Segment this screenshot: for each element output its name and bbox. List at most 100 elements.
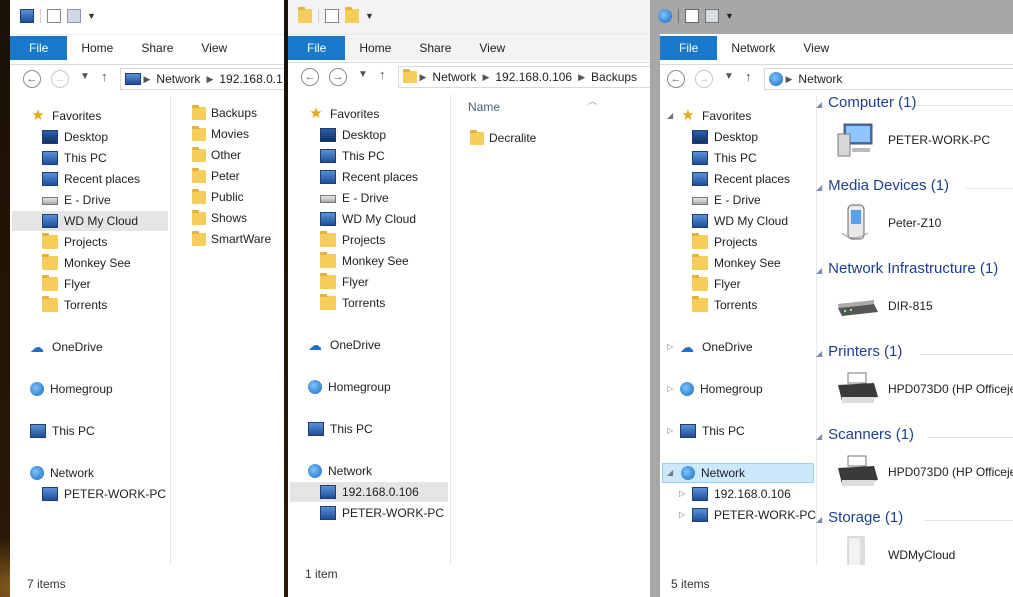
nav-item-projects[interactable]: Projects [320,230,385,250]
nav-item-torrents[interactable]: Torrents [42,295,107,315]
nav-item-this-pc[interactable]: This PC [320,146,385,166]
device-item[interactable]: WDMyCloud [834,535,955,565]
column-header-name[interactable]: Name [468,100,500,114]
tab-share[interactable]: Share [405,36,465,60]
explorer-icon[interactable] [298,7,312,23]
breadcrumb-network[interactable]: Network [432,70,476,84]
recent-locations-icon[interactable]: ▼ [358,69,368,80]
device-item[interactable]: Peter-Z10 [834,203,941,243]
expand-icon[interactable]: ▷ [667,426,673,435]
nav-item-network[interactable]: Network [662,463,814,483]
tab-home[interactable]: Home [345,36,405,60]
properties-icon[interactable] [685,9,699,23]
nav-item-192-168-0-106[interactable]: 192.168.0.106 [290,482,448,502]
nav-item-network[interactable]: Network [308,461,372,481]
tab-share[interactable]: Share [127,36,187,60]
nav-item-wd-my-cloud[interactable]: WD My Cloud [692,211,788,231]
breadcrumb-backups[interactable]: Backups [591,70,637,84]
breadcrumb-network[interactable]: Network [156,72,200,86]
nav-item-homegroup[interactable]: Homegroup [680,379,763,399]
back-button[interactable]: ← [667,70,685,88]
up-button[interactable]: ↑ [745,69,752,84]
qat-dropdown-icon[interactable]: ▼ [365,11,374,21]
nav-item-desktop[interactable]: Desktop [692,127,758,147]
tab-view[interactable]: View [789,36,843,60]
qat-dropdown-icon[interactable]: ▼ [725,11,734,21]
nav-item-torrents[interactable]: Torrents [692,295,757,315]
nav-item-torrents[interactable]: Torrents [320,293,385,313]
explorer-icon[interactable] [20,9,34,23]
nav-item-desktop[interactable]: Desktop [42,127,108,147]
forward-button[interactable]: → [51,70,69,88]
expand-icon[interactable]: ▷ [679,489,685,498]
folder-item[interactable]: SmartWare [192,230,271,246]
device-item[interactable]: HPD073D0 (HP Officejet [834,369,1013,409]
device-item[interactable]: PETER-WORK-PC [834,120,990,160]
nav-item-flyer[interactable]: Flyer [320,272,369,292]
back-button[interactable]: ← [23,70,41,88]
breadcrumb-network[interactable]: Network [798,72,842,86]
new-folder-icon[interactable] [345,7,359,23]
group-header[interactable]: ◢ Network Infrastructure (1) [816,260,998,277]
collapse-icon[interactable]: ◢ [816,349,822,358]
address-bar[interactable]: ▶ Network ▶ 192.168.0.1 [120,68,284,90]
nav-item-recent-places[interactable]: Recent places [320,167,418,187]
nav-item-onedrive[interactable]: ☁ OneDrive [308,335,381,355]
up-button[interactable]: ↑ [101,69,108,84]
address-bar[interactable]: ▶ Network [764,68,1013,90]
forward-button[interactable]: → [695,70,713,88]
nav-item-recent-places[interactable]: Recent places [42,169,140,189]
nav-item-e-drive[interactable]: E - Drive [320,188,389,208]
nav-item-onedrive[interactable]: ☁ OneDrive [680,337,753,357]
device-item[interactable]: HPD073D0 (HP Officejet [834,452,1013,492]
breadcrumb-ip[interactable]: 192.168.0.106 [495,70,572,84]
nav-item-flyer[interactable]: Flyer [692,274,741,294]
nav-item-desktop[interactable]: Desktop [320,125,386,145]
back-button[interactable]: ← [301,68,319,86]
nav-item-favorites[interactable]: ★ Favorites [30,106,101,126]
nav-item-onedrive[interactable]: ☁ OneDrive [30,337,103,357]
properties-icon[interactable] [47,9,61,23]
group-header[interactable]: ◢ Media Devices (1) [816,177,949,194]
expand-icon[interactable]: ▷ [667,384,673,393]
nav-item-this-pc[interactable]: This PC [680,421,745,441]
folder-item[interactable]: Decralite [470,129,536,145]
nav-item-homegroup[interactable]: Homegroup [308,377,391,397]
nav-item-wd-my-cloud[interactable]: WD My Cloud [320,209,416,229]
group-header[interactable]: ◢ Printers (1) [816,343,902,360]
nav-item-monkey-see[interactable]: Monkey See [42,253,131,273]
new-folder-icon[interactable] [67,9,81,23]
nav-item-projects[interactable]: Projects [692,232,757,252]
tab-network[interactable]: Network [717,36,789,60]
nav-item-favorites[interactable]: ★ Favorites [308,104,379,124]
file-tab[interactable]: File [288,36,346,60]
file-tab[interactable]: File [660,36,718,60]
nav-item-this-pc[interactable]: This PC [42,148,107,168]
nav-item-wd-my-cloud[interactable]: WD My Cloud [12,211,168,231]
file-tab[interactable]: File [10,36,68,60]
collapse-icon[interactable]: ◢ [667,468,673,477]
collapse-icon[interactable]: ◢ [816,266,822,275]
folder-item[interactable]: Public [192,188,244,204]
recent-locations-icon[interactable]: ▼ [80,71,90,82]
folder-item[interactable]: Peter [192,167,240,183]
nav-item-peter-work-pc[interactable]: PETER-WORK-PC [692,505,816,525]
up-button[interactable]: ↑ [379,67,386,82]
device-item[interactable]: DIR-815 [834,286,933,326]
folder-item[interactable]: Other [192,146,241,162]
new-item-icon[interactable] [705,9,719,23]
collapse-icon[interactable]: ◢ [816,100,822,109]
nav-item-peter-work-pc[interactable]: PETER-WORK-PC [320,503,444,523]
address-bar[interactable]: ▶ Network ▶ 192.168.0.106 ▶ Backups [398,66,650,88]
expand-icon[interactable]: ▷ [667,342,673,351]
nav-item-this-pc[interactable]: This PC [308,419,373,439]
folder-item[interactable]: Shows [192,209,247,225]
tab-view[interactable]: View [187,36,241,60]
group-header[interactable]: ◢ Computer (1) [816,94,917,111]
nav-item-e-drive[interactable]: E - Drive [692,190,761,210]
nav-item-e-drive[interactable]: E - Drive [42,190,111,210]
expand-icon[interactable]: ▷ [679,510,685,519]
nav-item-homegroup[interactable]: Homegroup [30,379,113,399]
group-header[interactable]: ◢ Scanners (1) [816,426,914,443]
collapse-icon[interactable]: ◢ [816,432,822,441]
